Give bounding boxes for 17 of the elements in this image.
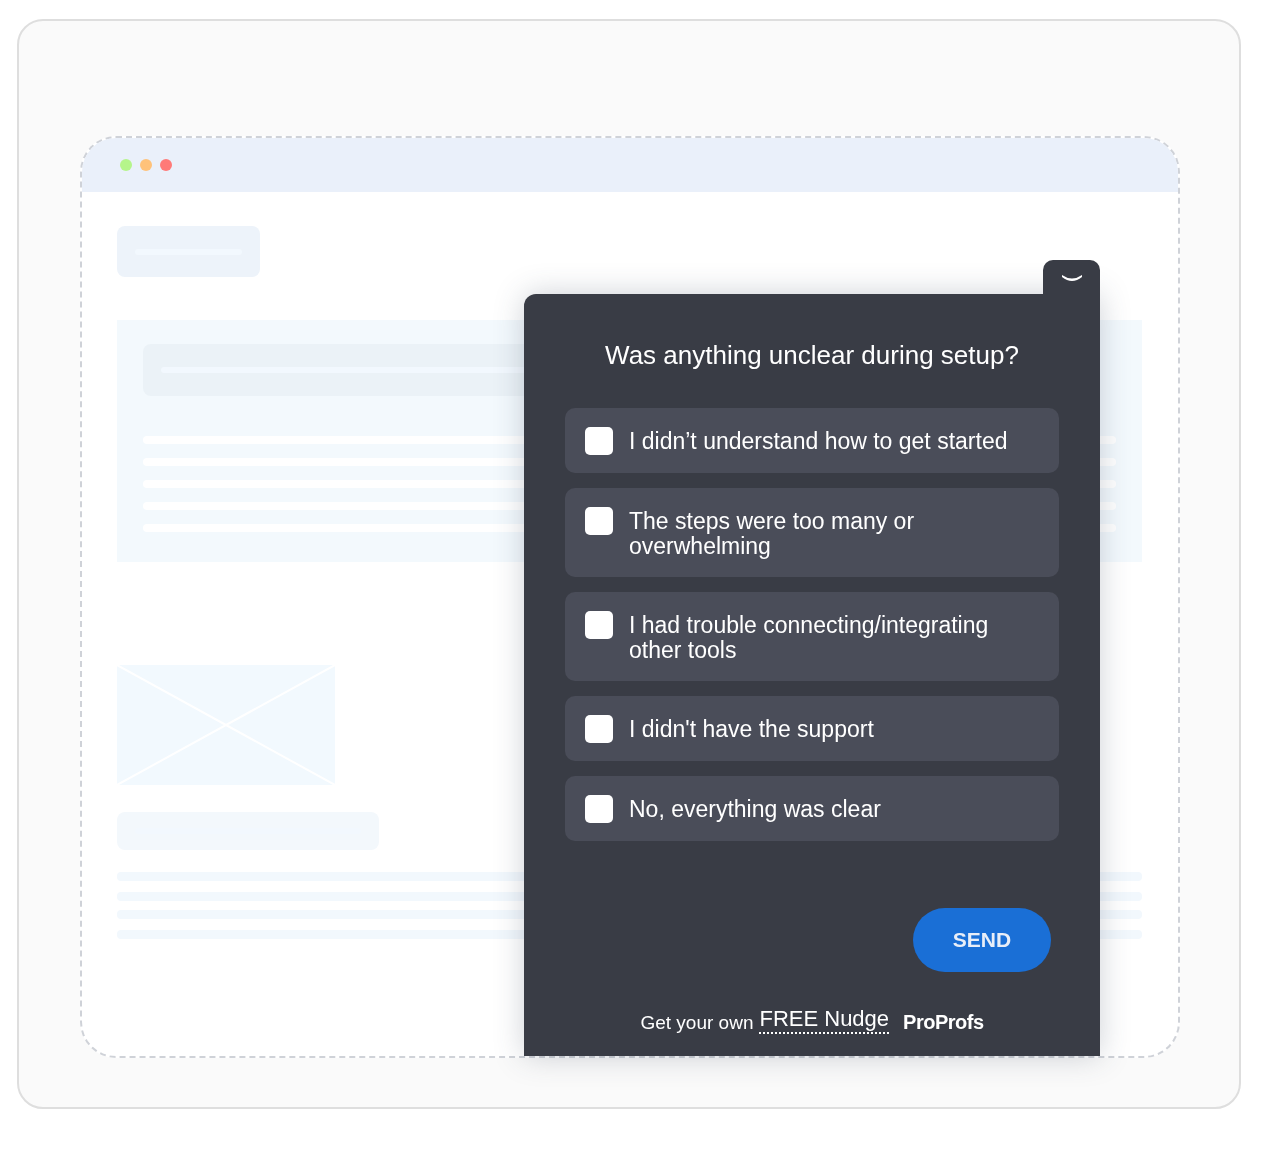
checkbox[interactable]: [585, 795, 613, 823]
checkbox[interactable]: [585, 715, 613, 743]
answer-option[interactable]: I didn’t understand how to get started: [565, 408, 1059, 473]
checkbox[interactable]: [585, 427, 613, 455]
checkbox[interactable]: [585, 507, 613, 535]
chevron-down-icon: [1060, 274, 1083, 284]
answer-option[interactable]: The steps were too many or overwhelming: [565, 488, 1059, 577]
answer-option[interactable]: No, everything was clear: [565, 776, 1059, 841]
footer-text: Get your own: [640, 1012, 754, 1034]
send-button[interactable]: SEND: [913, 908, 1051, 972]
free-nudge-link[interactable]: FREE Nudge: [759, 1006, 890, 1034]
collapse-button[interactable]: [1043, 260, 1100, 300]
survey-question: Was anything unclear during setup?: [605, 340, 1019, 371]
answer-option[interactable]: I didn't have the support: [565, 696, 1059, 761]
brand-logo: ProProfs: [903, 1011, 984, 1034]
answer-option[interactable]: I had trouble connecting/integrating other tools: [565, 592, 1059, 681]
checkbox[interactable]: [585, 611, 613, 639]
